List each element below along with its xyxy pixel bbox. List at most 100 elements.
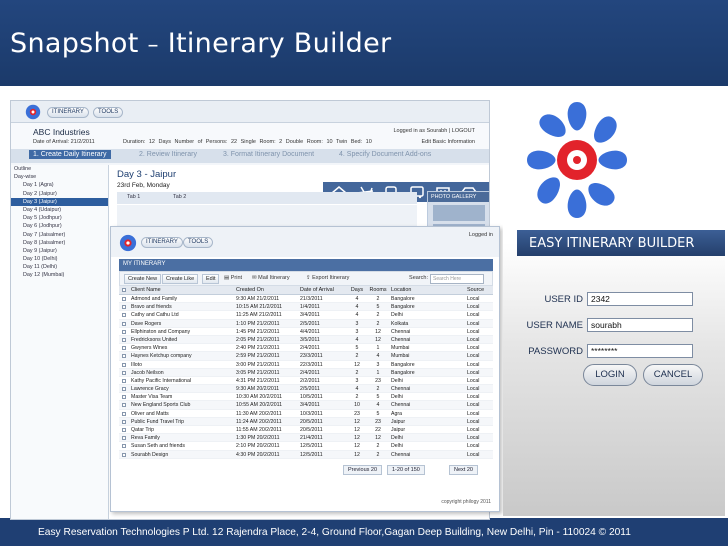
outline-day[interactable]: Day 10 (Delhi): [11, 255, 108, 263]
row-checkbox[interactable]: [122, 346, 126, 351]
row-checkbox[interactable]: [122, 428, 126, 432]
cell-location: Delhi: [391, 443, 403, 450]
table-row[interactable]: Lawrence Gracy 9:30 AM 20/2/2011 2/5/2011 4…: [119, 385, 493, 394]
table-row[interactable]: Bravo and friends 10:15 AM 21/2/2011 1/4/2…: [119, 303, 493, 312]
col-date-of-arrival[interactable]: Date of Arrival: [300, 286, 346, 295]
outline-day[interactable]: Day 8 (Jaisalmer): [11, 239, 108, 247]
outline-heading[interactable]: Outline: [11, 165, 108, 173]
tab-2[interactable]: Tab 2: [173, 194, 186, 200]
table-row[interactable]: Jacob Neilson 3:05 PM 21/2/2011 2/4/2011 2 1…: [119, 368, 493, 377]
row-checkbox[interactable]: [122, 436, 126, 441]
row-checkbox[interactable]: [122, 378, 126, 383]
edit-basic-link[interactable]: Edit Basic Information: [422, 139, 476, 145]
row-checkbox[interactable]: [122, 452, 126, 457]
step-create-daily[interactable]: 1. Create Daily Itinerary: [29, 150, 111, 159]
table-row[interactable]: Public Fund Travel Trip 11:24 AM 20/2/201…: [119, 417, 493, 426]
step-review[interactable]: 2. Review Itinerary: [139, 151, 197, 158]
row-checkbox[interactable]: [122, 329, 126, 334]
menu-tools[interactable]: TOOLS: [93, 107, 124, 118]
menu-itinerary[interactable]: ITINERARY: [47, 107, 89, 118]
outline-day[interactable]: Day 9 (Jaipur): [11, 247, 108, 255]
search-input[interactable]: Search Here: [430, 274, 484, 284]
outline-day[interactable]: Day 5 (Jodhpur): [11, 214, 108, 222]
table-row[interactable]: Admond and Family 9:30 AM 21/2/2011 21/3/2…: [119, 295, 493, 304]
row-checkbox[interactable]: [122, 419, 126, 424]
table-row[interactable]: Reva Family 1:30 PM 20/2/2011 21/4/2011 12 1…: [119, 434, 493, 443]
col-client-name[interactable]: Client Name: [131, 286, 233, 295]
cell-source: Local: [467, 377, 480, 384]
edit-button[interactable]: Edit: [202, 274, 220, 284]
outline-day[interactable]: Day 12 (Mumbai): [11, 271, 108, 279]
previous-page-button[interactable]: Previous 20: [343, 465, 383, 475]
col-location[interactable]: Location: [391, 286, 451, 295]
tab-1[interactable]: Tab 1: [127, 194, 140, 200]
table-row[interactable]: Oliver and Matts 11:30 AM 20/2/2011 10/3/2…: [119, 410, 493, 418]
export-itinerary-link[interactable]: ⇪ Export Itinerary: [306, 275, 349, 281]
outline-day[interactable]: Day 2 (Jaipur): [11, 190, 108, 198]
step-addons[interactable]: 4. Specify Document Add-ons: [339, 151, 431, 158]
cell-days: 12: [354, 418, 360, 425]
table-row[interactable]: Fredricksons United 2:05 PM 21/2/2011 3/5/…: [119, 335, 493, 345]
table-row[interactable]: Master Visa Team 10:30 AM 20/2/2011 10/5/2…: [119, 393, 493, 402]
col-rooms[interactable]: Rooms: [368, 286, 388, 295]
menu-tools[interactable]: TOOLS: [183, 237, 214, 248]
table-row[interactable]: Qatar Trip 11:55 AM 20/2/2011 20/5/2011 12 2…: [119, 426, 493, 435]
cell-rooms: 12: [375, 336, 381, 343]
cell-date-of-arrival: 23/3/2011: [300, 353, 323, 360]
row-checkbox[interactable]: [122, 362, 126, 367]
cell-date-of-arrival: 12/5/2011: [300, 443, 323, 450]
cell-date-of-arrival: 2/5/2011: [300, 320, 320, 327]
row-checkbox[interactable]: [122, 411, 126, 416]
row-checkbox[interactable]: [122, 337, 126, 342]
table-row[interactable]: Ellphinston and Company 1:45 PM 21/2/2011…: [119, 328, 493, 336]
row-checkbox[interactable]: [122, 395, 126, 400]
table-row[interactable]: Dave Rogers 1:10 PM 21/2/2011 2/5/2011 3 2 Ko…: [119, 319, 493, 328]
steps-bar: 1. Create Daily Itinerary 2. Review Itin…: [11, 149, 489, 163]
outline-day[interactable]: Day 4 (Udaipur): [11, 206, 108, 214]
outline-daywise[interactable]: Day-wise: [11, 173, 108, 181]
outline-day[interactable]: Day 1 (Agra): [11, 181, 108, 189]
select-all-checkbox[interactable]: [122, 288, 126, 292]
user-name-field[interactable]: sourabh: [587, 318, 693, 332]
photo-thumbnail[interactable]: [433, 205, 485, 221]
print-link[interactable]: ▤ Print: [224, 275, 242, 281]
create-new-button[interactable]: Create New: [124, 274, 162, 284]
table-row[interactable]: Haynes Ketchup company 2:59 PM 21/2/2011 2…: [119, 352, 493, 361]
row-checkbox[interactable]: [122, 403, 126, 408]
logged-in-info[interactable]: Logged in as Sourabh | LOGOUT: [393, 128, 475, 134]
table-row[interactable]: Sourabh Design 4:30 PM 20/2/2011 12/5/2011…: [119, 450, 493, 459]
password-field[interactable]: ********: [587, 344, 693, 358]
table-row[interactable]: Illoto 3:00 PM 21/2/2011 22/3/2011 12 3 Banga…: [119, 361, 493, 369]
page-range: 1-20 of 150: [387, 465, 425, 475]
row-checkbox[interactable]: [122, 313, 126, 318]
user-id-field[interactable]: 2342: [587, 292, 693, 306]
col-created-on[interactable]: Created On: [236, 286, 298, 295]
cell-created-on: 11:55 AM 20/2/2011: [236, 427, 282, 433]
row-checkbox[interactable]: [122, 444, 126, 449]
login-button[interactable]: LOGIN: [583, 364, 637, 386]
outline-day[interactable]: Day 11 (Delhi): [11, 263, 108, 271]
row-checkbox[interactable]: [122, 387, 126, 392]
step-format[interactable]: 3. Format Itinerary Document: [223, 151, 314, 158]
row-checkbox[interactable]: [122, 370, 126, 375]
next-page-button[interactable]: Next 20: [449, 465, 478, 475]
cancel-button[interactable]: CANCEL: [643, 364, 703, 386]
col-days[interactable]: Days: [348, 286, 366, 295]
row-checkbox[interactable]: [122, 321, 126, 326]
table-row[interactable]: Gwyners Wines 2:40 PM 21/2/2011 2/4/2011 5 1…: [119, 344, 493, 353]
menu-itinerary[interactable]: ITINERARY: [141, 237, 183, 248]
row-checkbox[interactable]: [122, 305, 126, 310]
table-row[interactable]: Susan Seth and friends 2:10 PM 20/2/2011 1…: [119, 442, 493, 451]
create-like-button[interactable]: Create Like: [162, 274, 199, 284]
table-row[interactable]: Cathy and Cathu Ltd 11:25 AM 21/2/2011 3/4…: [119, 311, 493, 320]
row-checkbox[interactable]: [122, 354, 126, 359]
row-checkbox[interactable]: [122, 297, 126, 301]
outline-day[interactable]: Day 7 (Jaisalmer): [11, 231, 108, 239]
outline-day-selected[interactable]: Day 3 (Jaipur): [11, 197, 108, 206]
logged-in-info[interactable]: Logged in: [469, 232, 493, 238]
outline-day[interactable]: Day 6 (Jodhpur): [11, 222, 108, 230]
table-row[interactable]: New England Sports Club 10:55 AM 20/2/201…: [119, 401, 493, 410]
mail-itinerary-link[interactable]: ✉ Mail Itinerary: [252, 275, 290, 281]
table-row[interactable]: Kathy Pacific International 4:31 PM 21/2/…: [119, 377, 493, 386]
col-source[interactable]: Source: [467, 286, 493, 295]
